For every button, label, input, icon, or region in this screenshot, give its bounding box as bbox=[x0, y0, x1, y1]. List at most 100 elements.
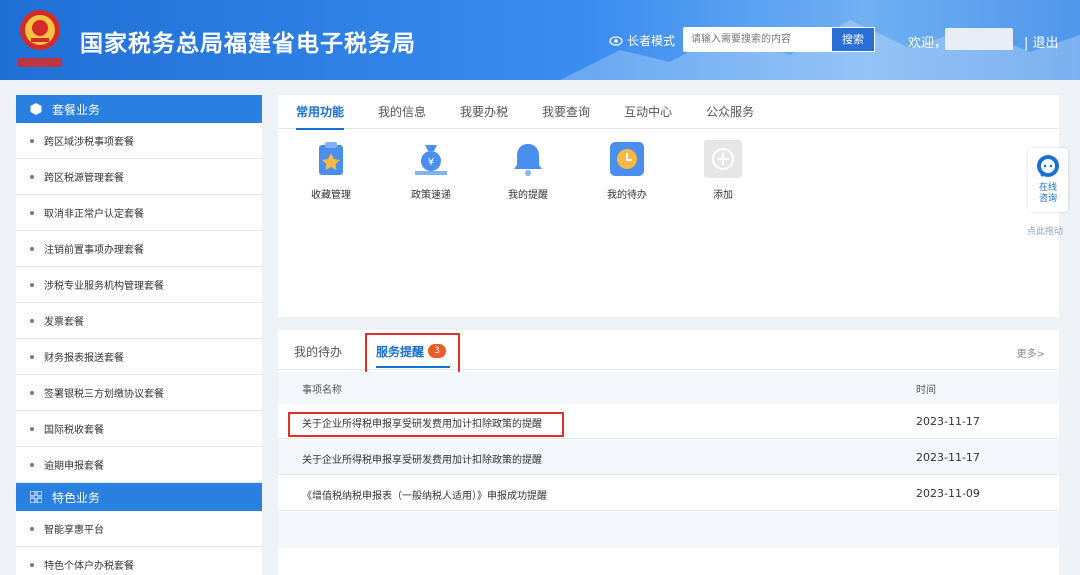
bullet-icon bbox=[30, 138, 34, 143]
bullet-icon bbox=[30, 210, 34, 215]
bullet-icon bbox=[30, 354, 34, 359]
sidebar-item-label: 发票套餐 bbox=[44, 317, 84, 328]
bullet-icon bbox=[30, 390, 34, 395]
sidebar-item[interactable]: 财务报表报送套餐 bbox=[16, 339, 262, 375]
tab-tax-handling[interactable]: 我要办税 bbox=[460, 95, 508, 129]
welcome-text: 欢迎， bbox=[908, 36, 948, 51]
my-reminders-button[interactable]: 我的提醒 bbox=[483, 139, 573, 201]
tab-my-info[interactable]: 我的信息 bbox=[378, 95, 426, 129]
add-shortcut-button[interactable]: 添加 bbox=[678, 139, 768, 201]
column-header-time: 时间 bbox=[916, 385, 936, 396]
bullet-icon bbox=[30, 318, 34, 323]
sidebar-item-label: 签署银税三方划缴协议套餐 bbox=[44, 389, 164, 400]
reminder-time: 2023-11-09 bbox=[916, 487, 980, 500]
table-row[interactable]: 关于企业所得税申报享受研发费用加计扣除政策的提醒 2023-11-17 bbox=[278, 440, 1059, 475]
search-input[interactable] bbox=[683, 27, 831, 52]
sidebar-item[interactable]: 特色个体户办税套餐 bbox=[16, 547, 262, 575]
function-label: 政策速递 bbox=[411, 190, 451, 201]
sidebar-item-label: 国际税收套餐 bbox=[44, 425, 104, 436]
sidebar-item-label: 逾期申报套餐 bbox=[44, 461, 104, 472]
tax-emblem-icon bbox=[18, 10, 62, 67]
favorites-manage-button[interactable]: 收藏管理 bbox=[286, 139, 376, 201]
chat-bubble-icon bbox=[1037, 155, 1059, 177]
site-title: 国家税务总局福建省电子税务局 bbox=[80, 31, 416, 57]
sidebar-item-label: 智能享惠平台 bbox=[44, 525, 104, 536]
online-consult-button[interactable]: 在线 咨询 bbox=[1028, 148, 1068, 212]
sidebar-item[interactable]: 逾期申报套餐 bbox=[16, 447, 262, 483]
eye-icon bbox=[609, 35, 623, 46]
bullet-icon bbox=[30, 246, 34, 251]
column-header-name: 事项名称 bbox=[302, 385, 342, 396]
common-functions-panel: 常用功能 我的信息 我要办税 我要查询 互动中心 公众服务 收藏管理 ¥ 政策速… bbox=[278, 95, 1059, 317]
policy-express-button[interactable]: ¥ 政策速递 bbox=[386, 139, 476, 201]
tab-common-functions[interactable]: 常用功能 bbox=[296, 95, 345, 130]
sidebar-item-label: 跨区税源管理套餐 bbox=[44, 173, 124, 184]
tab-my-todo[interactable]: 我的待办 bbox=[294, 343, 342, 360]
table-row[interactable]: 《增值税纳税申报表（一般纳税人适用）》申报成功提醒 2023-11-09 bbox=[278, 476, 1059, 511]
reminder-panel: 我的待办 服务提醒 3 更多> 事项名称 时间 关于企业所得税申报享受研发费用加… bbox=[278, 330, 1059, 575]
bullet-icon bbox=[30, 174, 34, 179]
consult-label-line2: 咨询 bbox=[1038, 194, 1057, 204]
sidebar-item[interactable]: 跨区税源管理套餐 bbox=[16, 159, 262, 195]
todo-clock-icon bbox=[610, 142, 644, 176]
sidebar-section-title: 特色业务 bbox=[52, 490, 101, 505]
drag-handle[interactable]: 点此拖动 bbox=[1027, 224, 1063, 237]
site-header: 国家税务总局福建省电子税务局 长者模式 搜索 欢迎， | 退出 bbox=[0, 0, 1080, 80]
sidebar-item-label: 涉税专业服务机构管理套餐 bbox=[44, 281, 164, 292]
my-todo-button[interactable]: 我的待办 bbox=[582, 139, 672, 201]
search-button[interactable]: 搜索 bbox=[831, 27, 875, 52]
tab-public-service[interactable]: 公众服务 bbox=[706, 95, 754, 129]
sidebar-item-label: 跨区域涉税事项套餐 bbox=[44, 137, 134, 148]
sidebar-item-label: 特色个体户办税套餐 bbox=[44, 561, 134, 572]
bullet-icon bbox=[30, 462, 34, 467]
elder-mode-label: 长者模式 bbox=[627, 34, 676, 48]
highlight-box-tab bbox=[365, 333, 460, 375]
bullet-icon bbox=[30, 526, 34, 531]
sidebar-item[interactable]: 签署银税三方划缴协议套餐 bbox=[16, 375, 262, 411]
grid-icon bbox=[30, 491, 42, 503]
elder-mode-toggle[interactable]: 长者模式 bbox=[609, 32, 675, 49]
table-header: 事项名称 时间 bbox=[278, 372, 1059, 404]
sidebar-section-special[interactable]: 特色业务 bbox=[16, 483, 262, 511]
sidebar-section-title: 套餐业务 bbox=[52, 102, 101, 117]
logout-link[interactable]: | 退出 bbox=[1024, 32, 1059, 51]
sidebar-item[interactable]: 发票套餐 bbox=[16, 303, 262, 339]
sidebar-item-label: 财务报表报送套餐 bbox=[44, 353, 124, 364]
sidebar-item-label: 取消非正常户认定套餐 bbox=[44, 209, 144, 220]
tab-query[interactable]: 我要查询 bbox=[542, 95, 590, 129]
bullet-icon bbox=[30, 426, 34, 431]
favorites-manage-icon bbox=[319, 142, 343, 175]
function-label: 我的待办 bbox=[607, 190, 647, 201]
sidebar-item-label: 注销前置事项办理套餐 bbox=[44, 245, 144, 256]
sidebar-item[interactable]: 跨区域涉税事项套餐 bbox=[16, 123, 262, 159]
add-plus-icon bbox=[704, 140, 742, 178]
sidebar: 套餐业务 跨区域涉税事项套餐 跨区税源管理套餐 取消非正常户认定套餐 注销前置事… bbox=[16, 95, 262, 575]
more-link[interactable]: 更多> bbox=[1017, 345, 1045, 360]
sidebar-section-packages[interactable]: 套餐业务 bbox=[16, 95, 262, 123]
reminder-title[interactable]: 关于企业所得税申报享受研发费用加计扣除政策的提醒 bbox=[302, 451, 542, 466]
function-label: 收藏管理 bbox=[311, 190, 351, 201]
sidebar-item[interactable]: 取消非正常户认定套餐 bbox=[16, 195, 262, 231]
reminder-tabs: 我的待办 服务提醒 3 更多> bbox=[278, 330, 1059, 375]
cube-icon bbox=[30, 103, 42, 115]
function-tabs: 常用功能 我的信息 我要办税 我要查询 互动中心 公众服务 bbox=[278, 95, 1059, 130]
reminder-title[interactable]: 《增值税纳税申报表（一般纳税人适用）》申报成功提醒 bbox=[302, 487, 547, 502]
sidebar-item[interactable]: 注销前置事项办理套餐 bbox=[16, 231, 262, 267]
sidebar-item[interactable]: 涉税专业服务机构管理套餐 bbox=[16, 267, 262, 303]
function-shortcuts: 收藏管理 ¥ 政策速递 我的提醒 我的待办 添加 bbox=[278, 139, 1059, 219]
bell-icon bbox=[514, 144, 542, 176]
function-label: 我的提醒 bbox=[508, 190, 548, 201]
bullet-icon bbox=[30, 562, 34, 567]
svg-text:¥: ¥ bbox=[428, 157, 434, 168]
reminder-time: 2023-11-17 bbox=[916, 415, 980, 428]
tab-interaction-center[interactable]: 互动中心 bbox=[624, 95, 672, 129]
sidebar-item[interactable]: 智能享惠平台 bbox=[16, 511, 262, 547]
function-label: 添加 bbox=[713, 190, 733, 201]
bullet-icon bbox=[30, 282, 34, 287]
user-name-redacted bbox=[945, 28, 1013, 50]
sidebar-item[interactable]: 国际税收套餐 bbox=[16, 411, 262, 447]
policy-express-icon: ¥ bbox=[415, 145, 447, 175]
table-empty-area bbox=[278, 512, 1059, 548]
consult-label-line1: 在线 bbox=[1038, 183, 1057, 193]
reminder-time: 2023-11-17 bbox=[916, 451, 980, 464]
